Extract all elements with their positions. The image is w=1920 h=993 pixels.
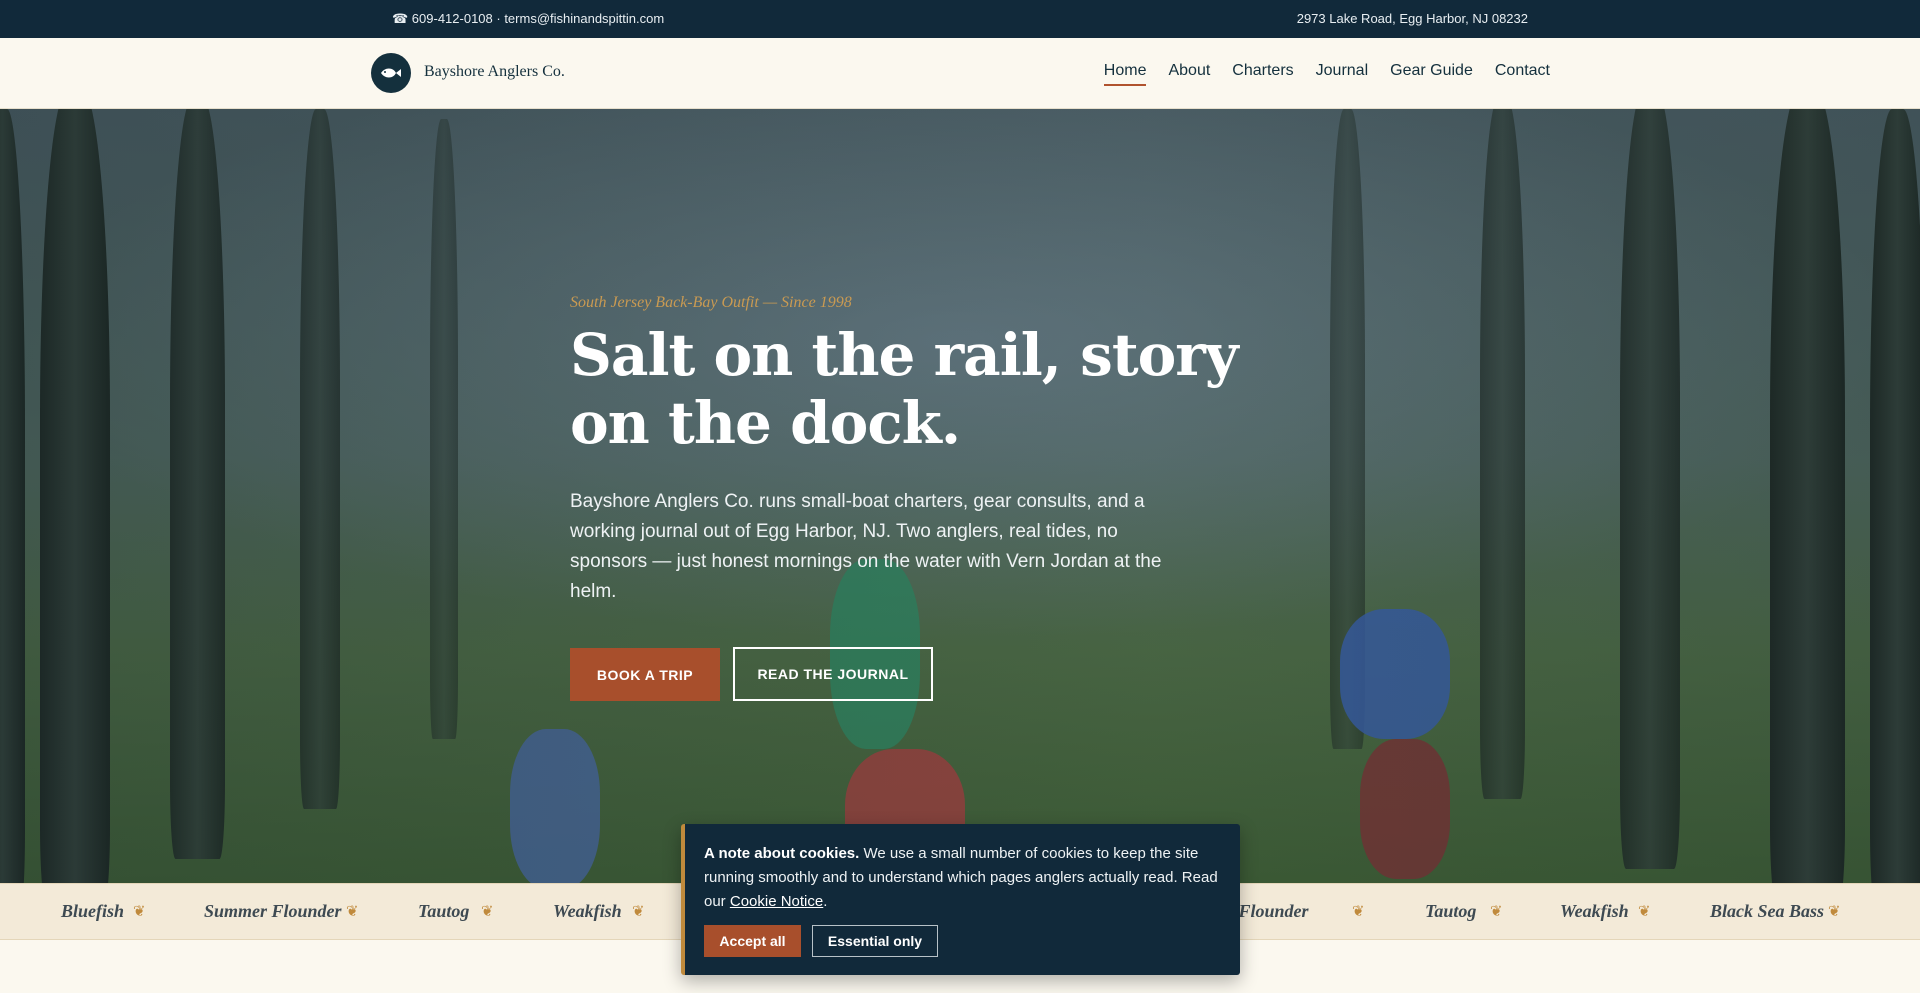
book-trip-button[interactable]: BOOK A TRIP — [570, 648, 720, 701]
ticker-item: Tautog — [418, 901, 470, 921]
ticker-item: Weakfish — [1560, 901, 1629, 921]
cookie-banner: A note about cookies. We use a small num… — [681, 824, 1240, 975]
ornament-icon: ❦ — [1828, 903, 1841, 920]
cookie-notice-link[interactable]: Cookie Notice — [730, 893, 823, 910]
main-nav: Home About Charters Journal Gear Guide C… — [1103, 62, 1550, 86]
ticker-item: Tautog — [1425, 901, 1477, 921]
fish-logo-icon[interactable] — [371, 53, 411, 93]
ticker-item: Summer Flounder — [204, 901, 342, 921]
cookie-message: A note about cookies. We use a small num… — [704, 842, 1229, 914]
ornament-icon: ❦ — [133, 903, 146, 920]
ornament-icon: ❦ — [481, 903, 494, 920]
brand-name[interactable]: Bayshore Anglers Co. — [424, 63, 565, 81]
essential-only-button[interactable]: Essential only — [812, 925, 938, 957]
ticker-item: Weakfish — [553, 901, 622, 921]
address-info: 2973 Lake Road, Egg Harbor, NJ 08232 — [1296, 11, 1528, 26]
nav-journal[interactable]: Journal — [1316, 62, 1368, 86]
cookie-title: A note about cookies. — [704, 845, 860, 862]
accept-all-button[interactable]: Accept all — [704, 925, 801, 957]
hero-section: South Jersey Back-Bay Outfit — Since 199… — [0, 109, 1920, 883]
nav-contact[interactable]: Contact — [1495, 62, 1550, 86]
ornament-icon: ❦ — [1638, 903, 1651, 920]
nav-gear-guide[interactable]: Gear Guide — [1390, 62, 1473, 86]
site-header: Bayshore Anglers Co. Home About Charters… — [0, 38, 1920, 109]
ornament-icon: ❦ — [632, 903, 645, 920]
nav-home[interactable]: Home — [1103, 62, 1146, 86]
read-journal-button[interactable]: READ THE JOURNAL — [733, 647, 933, 701]
ticker-item: Bluefish — [61, 901, 125, 921]
contact-info: ☎ 609-412-0108 · terms@fishinandspittin.… — [392, 11, 665, 26]
nav-charters[interactable]: Charters — [1232, 62, 1293, 86]
ticker-item: Black Sea Bass — [1710, 901, 1825, 921]
nav-about[interactable]: About — [1168, 62, 1210, 86]
ornament-icon: ❦ — [346, 903, 359, 920]
ornament-icon: ❦ — [1490, 903, 1503, 920]
hero-lead: Bayshore Anglers Co. runs small-boat cha… — [570, 491, 1162, 602]
hero-headline: Salt on the rail, story on the dock. — [570, 321, 1239, 457]
hero-eyebrow: South Jersey Back-Bay Outfit — Since 199… — [570, 294, 852, 311]
ornament-icon: ❦ — [1352, 903, 1365, 920]
top-info-bar: ☎ 609-412-0108 · terms@fishinandspittin.… — [0, 0, 1920, 38]
cookie-end: . — [823, 893, 828, 910]
